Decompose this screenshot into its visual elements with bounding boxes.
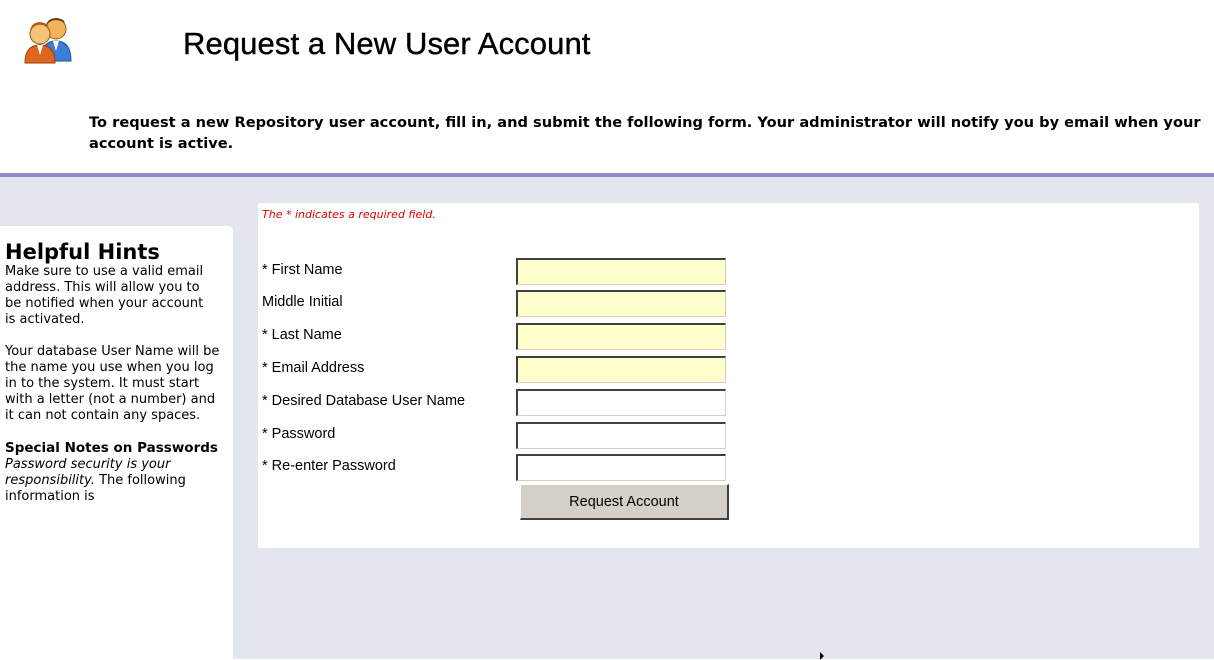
middle-initial-input[interactable] <box>516 290 726 317</box>
reenter-password-label: * Re-enter Password <box>262 458 396 474</box>
request-form: The * indicates a required field. * Firs… <box>258 203 1199 548</box>
intro-text: To request a new Repository user account… <box>89 114 1201 152</box>
hints-heading: Helpful Hints <box>5 240 160 264</box>
last-name-input[interactable] <box>516 323 726 350</box>
username-input[interactable] <box>516 389 726 416</box>
hint-username: Your database User Name will be the name… <box>5 344 220 423</box>
page-header: Request a New User Account To request a … <box>0 0 1214 173</box>
last-name-label: * Last Name <box>262 327 342 343</box>
reenter-password-input[interactable] <box>516 454 726 481</box>
middle-initial-label: Middle Initial <box>262 294 343 310</box>
required-field-note: The * indicates a required field. <box>262 208 436 221</box>
hint-passwords: Special Notes on Passwords Password secu… <box>5 440 227 505</box>
hint-email: Make sure to use a valid email address. … <box>5 264 204 327</box>
request-account-button[interactable]: Request Account <box>520 484 729 520</box>
username-label: * Desired Database User Name <box>262 393 466 409</box>
password-input[interactable] <box>516 422 726 449</box>
email-input[interactable] <box>516 356 726 383</box>
first-name-input[interactable] <box>516 258 726 285</box>
hint-passwords-title: Special Notes on Passwords <box>5 440 218 456</box>
password-label: * Password <box>262 426 336 442</box>
first-name-label: * First Name <box>262 262 343 278</box>
users-icon <box>24 18 72 64</box>
page-title: Request a New User Account <box>183 26 591 61</box>
email-label: * Email Address <box>262 360 365 376</box>
helpful-hints-panel: Helpful Hints Make sure to use a valid e… <box>0 226 233 659</box>
